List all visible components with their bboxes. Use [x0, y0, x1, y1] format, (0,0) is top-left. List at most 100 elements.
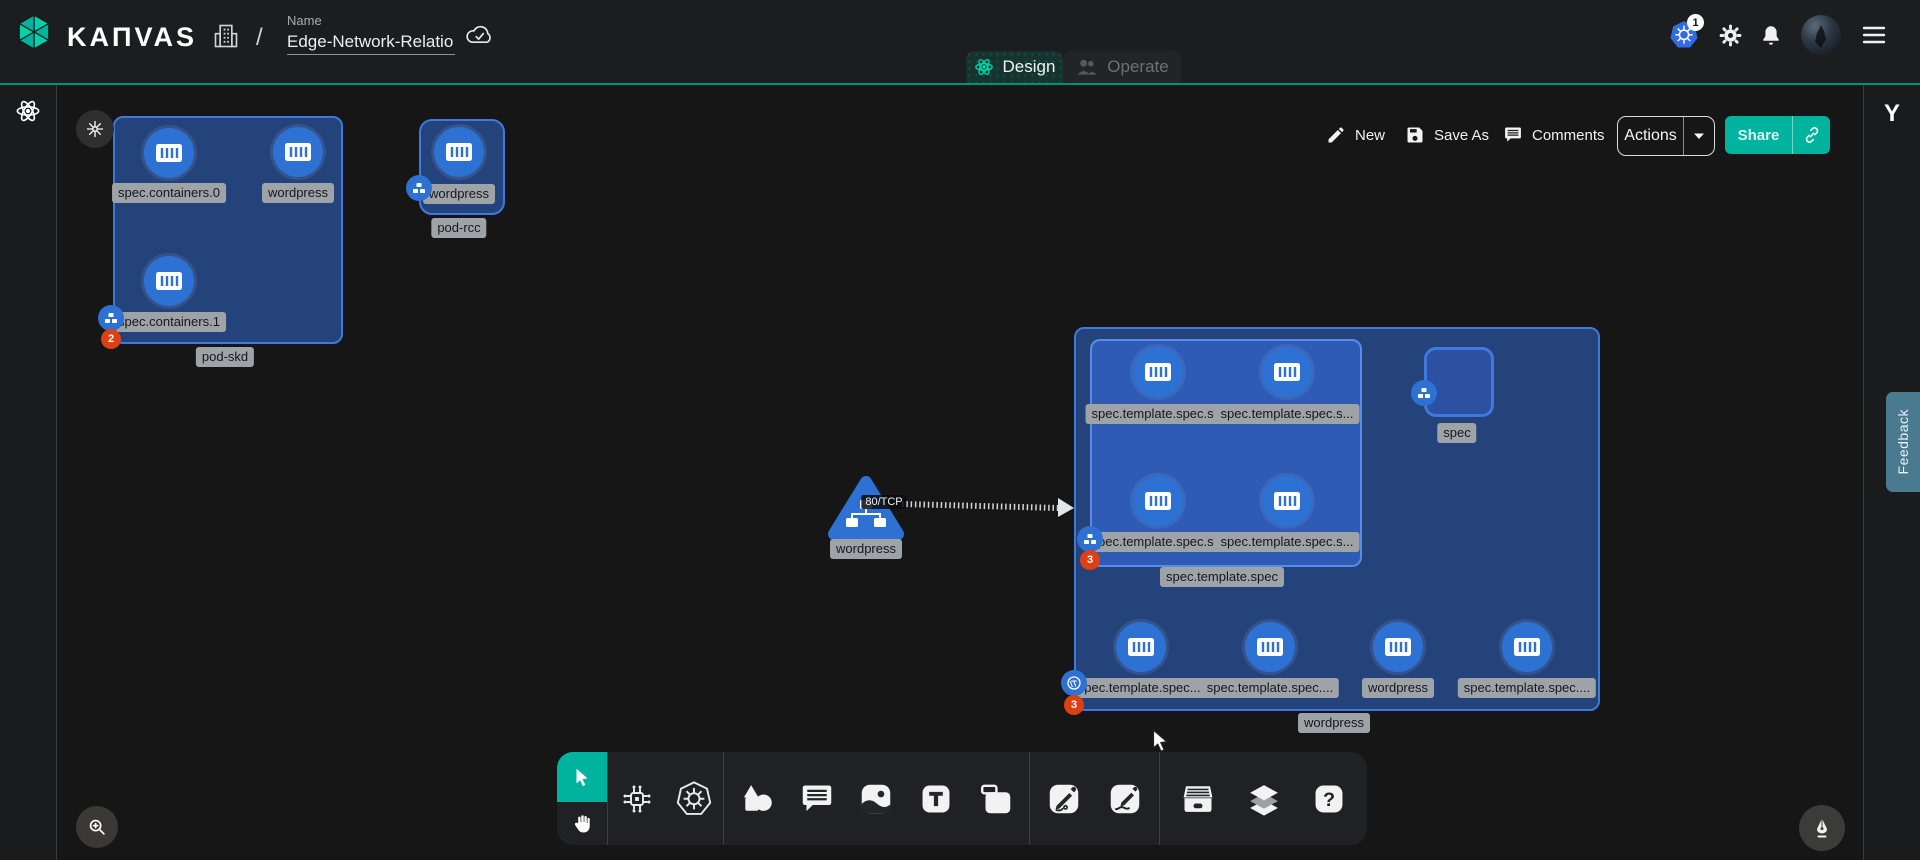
design-name-input[interactable]: [287, 30, 455, 55]
pod-icon: [1417, 387, 1431, 399]
comment-icon: [799, 781, 835, 817]
container-node[interactable]: [1245, 622, 1295, 672]
component-circuit-icon: [619, 781, 655, 817]
header: KAΠVAS / Name: [0, 0, 1920, 85]
comments-label: Comments: [1532, 127, 1605, 144]
image-tool-button[interactable]: [849, 769, 903, 829]
pointer-tool-button[interactable]: [557, 752, 607, 802]
note-icon: [978, 781, 1014, 817]
snowflake-icon: [85, 119, 105, 139]
mouse-cursor: [1148, 728, 1174, 756]
help-icon: ?: [1312, 782, 1346, 816]
container-icon: [444, 140, 474, 164]
help-tool-button[interactable]: ?: [1302, 769, 1356, 829]
share-button[interactable]: Share: [1725, 116, 1830, 154]
container-icon: [1143, 360, 1173, 384]
zoom-in-icon: [86, 816, 108, 838]
copy-link-button[interactable]: [1793, 125, 1830, 145]
y-panel-icon[interactable]: Y: [1884, 100, 1900, 128]
edge-pen-tool-button[interactable]: [1037, 769, 1091, 829]
brand-title: KAΠVAS: [67, 22, 197, 53]
container-node[interactable]: [1262, 476, 1312, 526]
container-node-spec-containers-1[interactable]: [144, 256, 194, 306]
edge-80-tcp[interactable]: [902, 504, 1060, 508]
feedback-tab[interactable]: Feedback: [1886, 392, 1920, 492]
hand-icon: [570, 812, 594, 836]
text-icon: [919, 782, 953, 816]
pencil-icon: [1326, 125, 1346, 145]
container-node-wordpress[interactable]: [434, 127, 484, 177]
container-node-spec-containers-0[interactable]: [144, 128, 194, 178]
container-node-wordpress[interactable]: [1373, 622, 1423, 672]
edge-pen-icon: [1046, 781, 1082, 817]
settings-gear-icon[interactable]: [1718, 23, 1743, 48]
container-node[interactable]: [1502, 622, 1552, 672]
node-spec[interactable]: [1424, 347, 1494, 417]
comments-icon: [1503, 125, 1523, 145]
drawer-tool-button[interactable]: [1171, 769, 1225, 829]
freehand-draw-tool-button[interactable]: [1098, 769, 1152, 829]
image-icon: [858, 781, 894, 817]
operate-tab-icon: [1075, 57, 1098, 78]
notifications-bell-icon[interactable]: [1759, 23, 1783, 48]
pod-kind-badge[interactable]: [98, 305, 124, 331]
node-label: wordpress: [262, 183, 334, 203]
container-icon: [1512, 635, 1542, 659]
kubernetes-context-icon[interactable]: 1: [1669, 20, 1699, 50]
canvas-widget-button[interactable]: [76, 110, 114, 148]
kubernetes-tool-button[interactable]: [667, 769, 721, 829]
actions-button[interactable]: Actions: [1617, 116, 1715, 156]
shapes-tool-button[interactable]: [730, 769, 784, 829]
node-label: wordpress: [423, 184, 495, 204]
container-node-wordpress[interactable]: [273, 127, 323, 177]
link-icon: [1802, 125, 1822, 145]
new-button[interactable]: New: [1326, 125, 1385, 145]
design-name-label: Name: [287, 13, 322, 28]
tab-design-label: Design: [1003, 57, 1056, 77]
design-tab-icon: [974, 57, 994, 77]
child-count-badge: 3: [1064, 695, 1084, 715]
new-label: New: [1355, 127, 1385, 144]
toolbar-select-column: [557, 752, 608, 845]
pod-kind-badge[interactable]: [406, 175, 432, 201]
caret-down-icon: [1693, 132, 1705, 140]
save-icon: [1405, 125, 1425, 145]
node-label: wordpress: [830, 539, 902, 559]
user-avatar[interactable]: [1801, 15, 1841, 55]
zoom-button[interactable]: [76, 806, 118, 848]
hamburger-menu-icon[interactable]: [1862, 25, 1886, 45]
group-label: pod-skd: [196, 347, 254, 367]
wordpress-badge-icon: [1066, 675, 1082, 691]
service-node-wordpress[interactable]: [826, 474, 906, 544]
cloud-saved-icon: [464, 22, 495, 48]
save-as-button[interactable]: Save As: [1405, 125, 1489, 145]
pod-kind-badge[interactable]: [1411, 380, 1437, 406]
component-tool-button[interactable]: [610, 769, 664, 829]
tab-design[interactable]: Design: [966, 51, 1063, 83]
design-pen-button[interactable]: [1799, 805, 1845, 851]
layers-tool-button[interactable]: [1237, 769, 1291, 829]
organization-icon[interactable]: [212, 22, 240, 50]
actions-dropdown-button[interactable]: [1684, 132, 1714, 140]
container-icon: [1383, 635, 1413, 659]
container-node[interactable]: [1116, 622, 1166, 672]
node-label: spec.template.spec.s...: [1086, 404, 1231, 424]
child-count-badge: 2: [101, 329, 121, 349]
container-node[interactable]: [1262, 347, 1312, 397]
comments-button[interactable]: Comments: [1503, 125, 1605, 145]
text-tool-button[interactable]: [909, 769, 963, 829]
node-label: spec.template.spec.s...: [1215, 404, 1360, 424]
pan-tool-button[interactable]: [557, 802, 607, 845]
pod-icon: [104, 312, 118, 324]
tab-operate[interactable]: Operate: [1063, 51, 1181, 83]
container-node[interactable]: [1133, 476, 1183, 526]
container-node[interactable]: [1133, 347, 1183, 397]
node-label: spec.template.spec....: [1201, 678, 1339, 698]
note-tool-button[interactable]: [969, 769, 1023, 829]
node-label: spec: [1437, 423, 1476, 443]
wordpress-kind-badge[interactable]: [1061, 670, 1087, 696]
comment-tool-button[interactable]: [790, 769, 844, 829]
toolbar-section-annotate: [724, 752, 1029, 845]
pod-kind-badge[interactable]: [1077, 526, 1103, 552]
share-label: Share: [1725, 127, 1792, 144]
